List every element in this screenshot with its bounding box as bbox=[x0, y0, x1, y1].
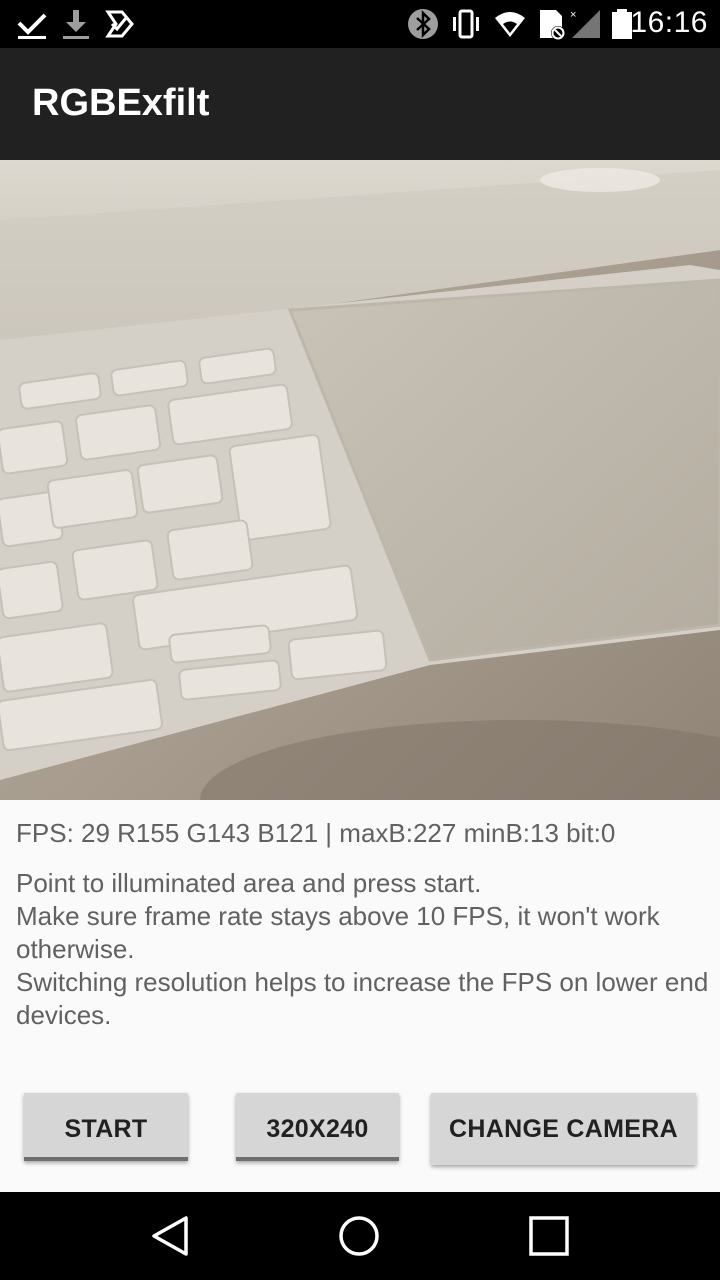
data-off-icon bbox=[540, 10, 565, 40]
instruction-line-1: Point to illuminated area and press star… bbox=[16, 868, 482, 898]
home-icon[interactable] bbox=[335, 1212, 383, 1260]
download-icon bbox=[63, 10, 89, 39]
resolution-button[interactable]: 320X240 bbox=[236, 1093, 399, 1161]
clock: 16:16 bbox=[630, 6, 708, 39]
signal-icon: × bbox=[570, 9, 600, 38]
camera-preview bbox=[0, 160, 720, 800]
app-bar: RGBExfilt bbox=[0, 48, 720, 160]
svg-text:×: × bbox=[570, 9, 576, 21]
instruction-line-3: Switching resolution helps to increase t… bbox=[16, 967, 709, 1030]
fps-readout: FPS: 29 R155 G143 B121 | maxB:227 minB:1… bbox=[16, 818, 616, 848]
app-title: RGBExfilt bbox=[32, 82, 210, 124]
instructions-text: Point to illuminated area and press star… bbox=[16, 867, 716, 1032]
start-button[interactable]: START bbox=[24, 1093, 188, 1161]
instruction-line-2: Make sure frame rate stays above 10 FPS,… bbox=[16, 901, 660, 964]
checkmark-notification-icon bbox=[17, 13, 47, 39]
back-icon[interactable] bbox=[146, 1212, 194, 1260]
task-done-icon bbox=[105, 10, 134, 38]
recents-icon[interactable] bbox=[525, 1212, 573, 1260]
bluetooth-icon bbox=[408, 9, 438, 39]
wifi-icon bbox=[495, 12, 525, 37]
status-bar: × 16:16 bbox=[0, 0, 720, 48]
vibrate-icon bbox=[453, 9, 479, 39]
navigation-bar bbox=[0, 1192, 720, 1280]
change-camera-button[interactable]: CHANGE CAMERA bbox=[431, 1093, 696, 1165]
